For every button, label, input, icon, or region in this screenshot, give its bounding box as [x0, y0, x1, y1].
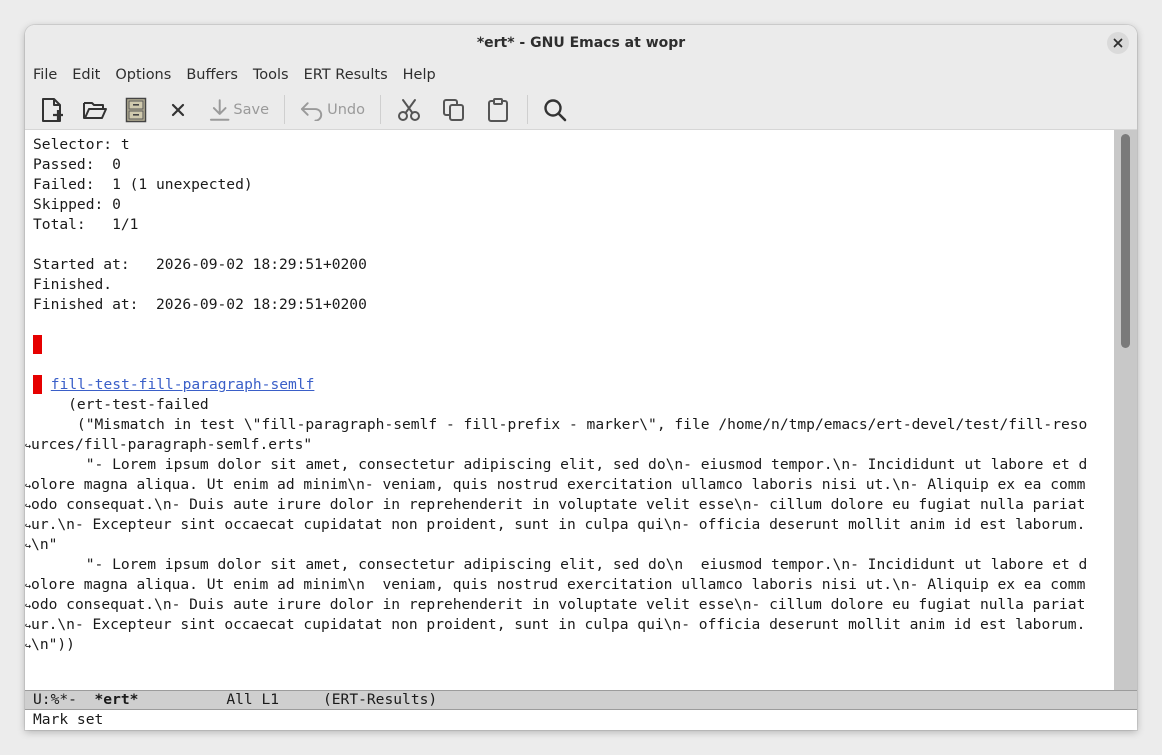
editor-buffer[interactable]: Selector: t Passed: 0 Failed: 1 (1 unexp… — [25, 130, 1114, 690]
test-result-header: F fill-test-fill-paragraph-semlf — [33, 375, 314, 395]
search-icon — [544, 98, 567, 121]
result-line-text: ur.\n- Excepteur sint occaecat cupidatat… — [31, 616, 1086, 633]
download-icon — [209, 98, 230, 121]
copy-icon — [443, 98, 464, 121]
result-line: ↪ur.\n- Excepteur sint occaecat cupidata… — [25, 515, 1085, 535]
modeline-position: All L1 — [138, 691, 323, 708]
menu-ert-results[interactable]: ERT Results — [304, 67, 388, 83]
result-line-text: olore magna aliqua. Ut enim ad minim\n v… — [31, 576, 1086, 593]
scrollbar-thumb[interactable] — [1121, 134, 1130, 348]
file-cabinet-icon — [125, 97, 147, 122]
new-file-button[interactable] — [37, 89, 67, 130]
started-at-line: Started at: 2026-09-02 18:29:51+0200 — [33, 256, 367, 273]
skipped-line: Skipped: 0 — [33, 196, 121, 213]
window-title: *ert* - GNU Emacs at wopr — [476, 35, 686, 51]
result-line-text: \n")) — [31, 636, 75, 653]
result-line: ↪olore magna aliqua. Ut enim ad minim\n … — [25, 575, 1085, 595]
paste-button[interactable] — [484, 89, 512, 130]
failure-badge[interactable]: F — [33, 375, 42, 394]
finished-line: Finished. — [33, 276, 113, 293]
result-line-text: "- Lorem ipsum dolor sit amet, consectet… — [33, 556, 1088, 573]
echo-area: Mark set — [33, 711, 104, 728]
result-line: (ert-test-failed — [33, 396, 209, 413]
result-line: ↪\n")) — [25, 635, 75, 655]
close-icon — [171, 103, 185, 116]
toolbar-separator — [527, 95, 528, 124]
title-bar: *ert* - GNU Emacs at wopr — [25, 25, 1137, 61]
modeline-status: U:%*- — [33, 691, 95, 708]
save-label: Save — [233, 101, 269, 118]
result-line-text: ("Mismatch in test \"fill-paragraph-seml… — [33, 416, 1088, 433]
failure-badge[interactable]: F — [33, 335, 42, 354]
result-line: ↪ur.\n- Excepteur sint occaecat cupidata… — [25, 615, 1085, 635]
open-folder-button[interactable] — [80, 89, 110, 130]
kill-buffer-button[interactable] — [165, 89, 191, 130]
copy-button[interactable] — [440, 89, 468, 130]
result-line: "- Lorem ipsum dolor sit amet, consectet… — [33, 455, 1088, 475]
emacs-window: *ert* - GNU Emacs at wopr File Edit Opti… — [25, 25, 1137, 730]
menu-options[interactable]: Options — [115, 67, 171, 83]
result-summary-line: F — [33, 335, 42, 355]
dired-button[interactable] — [123, 89, 149, 130]
result-line-text: odo consequat.\n- Duis aute irure dolor … — [31, 496, 1086, 513]
menu-help[interactable]: Help — [403, 67, 436, 83]
result-line: ↪urces/fill-paragraph-semlf.erts" — [25, 435, 312, 455]
modeline-buffer-name: *ert* — [94, 691, 139, 708]
mode-line[interactable]: U:%*- *ert* All L1 (ERT-Results) — [25, 690, 1137, 710]
selector-line: Selector: t — [33, 136, 130, 153]
clipboard-icon — [488, 97, 508, 122]
toolbar-separator — [284, 95, 285, 124]
menu-file[interactable]: File — [33, 67, 57, 83]
result-line-text: "- Lorem ipsum dolor sit amet, consectet… — [33, 456, 1088, 473]
result-line-text: odo consequat.\n- Duis aute irure dolor … — [31, 596, 1086, 613]
vertical-scrollbar[interactable] — [1114, 130, 1137, 690]
toolbar-separator — [380, 95, 381, 124]
folder-open-icon — [83, 101, 107, 119]
result-line: "- Lorem ipsum dolor sit amet, consectet… — [33, 555, 1088, 575]
result-line: ↪\n" — [25, 535, 57, 555]
search-button[interactable] — [540, 89, 570, 130]
undo-label: Undo — [327, 101, 365, 118]
undo-button[interactable]: Undo — [299, 89, 365, 130]
menu-tools[interactable]: Tools — [253, 67, 289, 83]
failed-line: Failed: 1 (1 unexpected) — [33, 176, 253, 193]
result-line: ("Mismatch in test \"fill-paragraph-seml… — [33, 415, 1087, 435]
undo-icon — [300, 101, 323, 121]
result-line: ↪olore magna aliqua. Ut enim ad minim\n-… — [25, 475, 1085, 495]
save-button[interactable]: Save — [209, 89, 269, 130]
close-button[interactable] — [1107, 32, 1129, 54]
scissors-icon — [398, 98, 420, 121]
close-icon — [1113, 38, 1123, 48]
test-name-link[interactable]: fill-test-fill-paragraph-semlf — [51, 376, 315, 393]
result-line-text: ur.\n- Excepteur sint occaecat cupidatat… — [31, 516, 1086, 533]
total-line: Total: 1/1 — [33, 216, 139, 233]
passed-line: Passed: 0 — [33, 156, 121, 173]
cut-button[interactable] — [395, 89, 423, 130]
new-file-icon — [42, 97, 63, 122]
result-line-text: urces/fill-paragraph-semlf.erts" — [31, 436, 313, 453]
menu-bar: File Edit Options Buffers Tools ERT Resu… — [25, 61, 1137, 89]
finished-at-line: Finished at: 2026-09-02 18:29:51+0200 — [33, 296, 367, 313]
result-line-text: \n" — [31, 536, 58, 553]
result-line: ↪odo consequat.\n- Duis aute irure dolor… — [25, 595, 1085, 615]
modeline-mode[interactable]: (ERT-Results) — [323, 691, 437, 708]
menu-buffers[interactable]: Buffers — [186, 67, 238, 83]
result-line-text: olore magna aliqua. Ut enim ad minim\n- … — [31, 476, 1086, 493]
toolbar: Save Undo — [25, 89, 1137, 130]
menu-edit[interactable]: Edit — [72, 67, 100, 83]
result-line: ↪odo consequat.\n- Duis aute irure dolor… — [25, 495, 1085, 515]
